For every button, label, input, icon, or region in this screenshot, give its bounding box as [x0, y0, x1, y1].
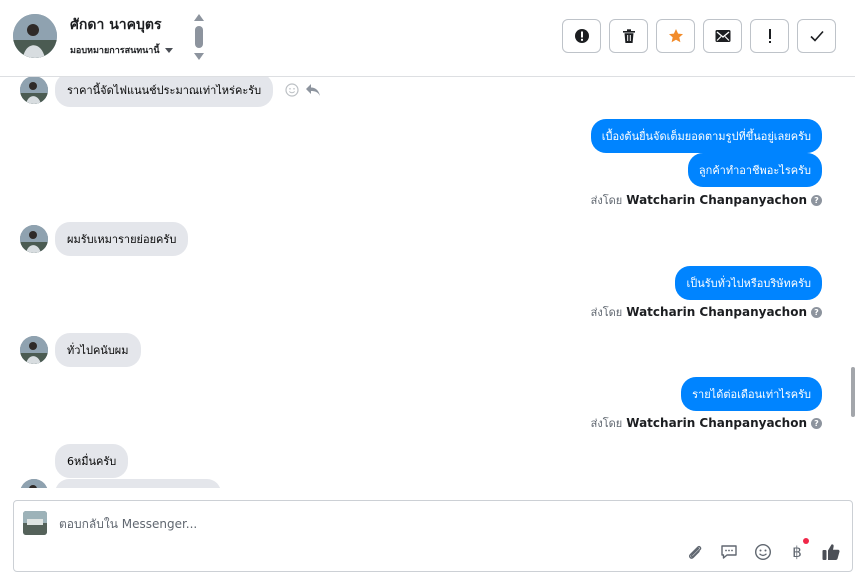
delete-button[interactable]	[609, 19, 648, 53]
star-button[interactable]	[656, 19, 695, 53]
baht-icon[interactable]: ฿	[786, 538, 809, 563]
page-avatar	[23, 511, 47, 535]
thread-scrollbar[interactable]	[849, 77, 855, 488]
composer-toolbar: ฿	[684, 538, 842, 563]
contact-avatar-small	[20, 479, 48, 488]
reply-input[interactable]: ตอบกลับใน Messenger...	[59, 515, 197, 534]
outgoing-message-row: เป็นรับทั่วไปหรือบริษัทครับ	[675, 266, 822, 300]
incoming-message-row: ผมรับเหมารายย่อยครับ	[20, 222, 189, 256]
message-bubble[interactable]: ผมรับเหมารายย่อยครับ	[55, 222, 189, 256]
sent-by-agent: Watcharin Chanpanyachon	[626, 305, 807, 319]
message-bubble[interactable]: ทั่วไปคนับผม	[55, 333, 141, 367]
conversation-actions	[562, 19, 836, 53]
mark-done-button[interactable]	[797, 19, 836, 53]
sent-by-label: ส่งโดย Watcharin Chanpanyachon ?	[591, 303, 822, 321]
spam-button[interactable]	[562, 19, 601, 53]
conversation-header: ศักดา นาคบุตร มอบหมายการสนทนานี้	[0, 0, 855, 77]
contact-avatar-small	[20, 225, 48, 253]
contact-avatar[interactable]	[13, 14, 57, 58]
envelope-icon	[715, 30, 730, 42]
message-bubble[interactable]: เป็นรับทั่วไปหรือบริษัทครับ	[675, 266, 822, 300]
sent-by-agent: Watcharin Chanpanyachon	[626, 193, 807, 207]
help-icon[interactable]: ?	[811, 417, 822, 429]
sent-by-prefix: ส่งโดย	[590, 306, 623, 319]
outgoing-message-row: ลูกค้าทำอาชีพอะไรครับ	[687, 153, 822, 187]
assign-conversation-dropdown[interactable]: มอบหมายการสนทนานี้	[70, 43, 173, 57]
sent-by-label: ส่งโดย Watcharin Chanpanyachon ?	[591, 191, 822, 209]
help-icon[interactable]: ?	[811, 306, 822, 318]
assign-label: มอบหมายการสนทนานี้	[70, 46, 160, 56]
emoji-icon[interactable]	[752, 541, 774, 563]
follow-up-button[interactable]	[750, 19, 789, 53]
saved-reply-icon[interactable]	[718, 541, 740, 563]
message-thread[interactable]: ราคานี้จัดไฟแนนช์ประมาณเท่าไหร่คะรับ เบื…	[0, 77, 855, 488]
outgoing-message-row: เบื้องต้นยื่นจัดเต็มยอดตามรูปที่ขึ้นอยู่…	[590, 119, 822, 153]
sent-by-prefix: ส่งโดย	[590, 417, 623, 430]
reply-composer[interactable]: ตอบกลับใน Messenger... ฿	[13, 500, 853, 572]
message-bubble[interactable]	[55, 479, 221, 488]
emoji-reaction-icon[interactable]	[285, 83, 299, 97]
message-bubble[interactable]: เบื้องต้นยื่นจัดเต็มยอดตามรูปที่ขึ้นอยู่…	[590, 119, 822, 153]
navigate-conversations-arrows[interactable]	[193, 14, 205, 60]
sent-by-label: ส่งโดย Watcharin Chanpanyachon ?	[591, 414, 822, 432]
incoming-message-row: ทั่วไปคนับผม	[20, 333, 141, 367]
mark-unread-button[interactable]	[703, 19, 742, 53]
incoming-message-row: 6หมื่นครับ	[55, 444, 129, 478]
message-bubble[interactable]: รายได้ต่อเดือนเท่าไรครับ	[681, 377, 822, 411]
incoming-message-row: ราคานี้จัดไฟแนนช์ประมาณเท่าไหร่คะรับ	[20, 77, 321, 107]
message-bubble[interactable]: 6หมื่นครับ	[55, 444, 129, 478]
message-bubble[interactable]: ลูกค้าทำอาชีพอะไรครับ	[687, 153, 822, 187]
checkmark-icon	[809, 30, 824, 42]
message-bubble[interactable]: ราคานี้จัดไฟแนนช์ประมาณเท่าไหร่คะรับ	[55, 77, 274, 107]
notification-dot	[803, 538, 809, 544]
like-icon[interactable]	[820, 541, 842, 563]
contact-avatar-small	[20, 77, 48, 104]
sent-by-agent: Watcharin Chanpanyachon	[626, 416, 807, 430]
help-icon[interactable]: ?	[811, 194, 822, 206]
contact-name: ศักดา นาคบุตร	[70, 17, 162, 33]
incoming-message-row	[20, 479, 221, 488]
attachment-icon[interactable]	[684, 541, 706, 563]
outgoing-message-row: รายได้ต่อเดือนเท่าไรครับ	[681, 377, 822, 411]
exclamation-circle-icon	[574, 29, 589, 43]
trash-icon	[622, 29, 635, 43]
sent-by-prefix: ส่งโดย	[590, 194, 623, 207]
reply-icon[interactable]	[305, 83, 321, 97]
scrollbar-thumb[interactable]	[851, 367, 855, 417]
exclamation-icon	[768, 29, 771, 43]
caret-down-icon	[164, 47, 173, 53]
contact-avatar-small	[20, 336, 48, 364]
star-icon	[668, 29, 683, 43]
